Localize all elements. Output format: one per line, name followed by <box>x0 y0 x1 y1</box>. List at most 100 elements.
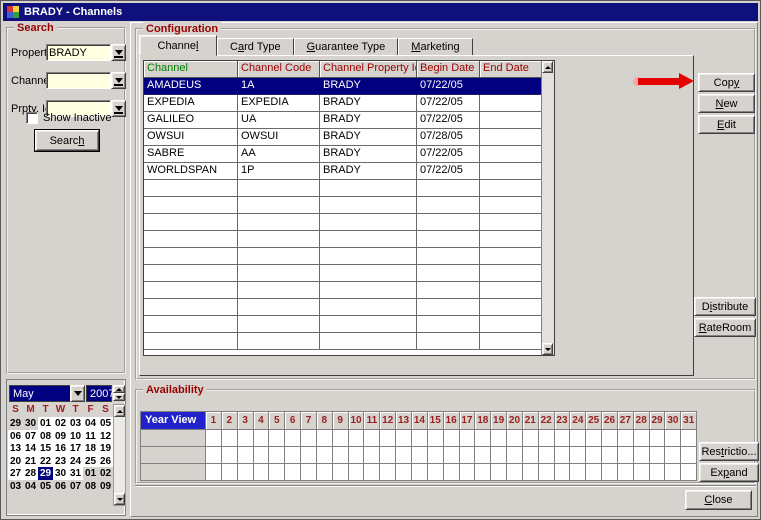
calendar-day[interactable]: 17 <box>68 442 83 455</box>
calendar-day[interactable]: 04 <box>83 417 98 430</box>
availability-cell[interactable] <box>650 464 666 481</box>
table-cell[interactable] <box>480 112 542 129</box>
table-cell[interactable] <box>417 316 480 333</box>
calendar-day[interactable]: 29 <box>8 417 23 430</box>
calendar-day[interactable]: 03 <box>8 480 23 493</box>
availability-cell[interactable] <box>269 464 285 481</box>
availability-cell[interactable] <box>523 430 539 447</box>
calendar-day[interactable]: 08 <box>38 430 53 443</box>
month-dropdown[interactable]: May <box>9 385 85 402</box>
table-row-empty[interactable] <box>144 248 542 265</box>
availability-cell[interactable] <box>428 447 444 464</box>
availability-cell[interactable] <box>301 447 317 464</box>
table-scroll-up-button[interactable] <box>542 61 553 73</box>
expand-button[interactable]: Expand <box>699 463 759 482</box>
table-cell[interactable] <box>480 163 542 180</box>
table-cell[interactable] <box>238 197 320 214</box>
table-cell[interactable] <box>480 214 542 231</box>
table-cell[interactable] <box>417 180 480 197</box>
table-cell[interactable] <box>320 197 417 214</box>
availability-cell[interactable] <box>634 447 650 464</box>
calendar-day[interactable]: 07 <box>68 480 83 493</box>
availability-cell[interactable] <box>206 464 222 481</box>
availability-cell[interactable] <box>412 464 428 481</box>
table-cell[interactable] <box>238 333 320 350</box>
table-cell[interactable]: BRADY <box>320 146 417 163</box>
calendar-day[interactable]: 23 <box>53 455 68 468</box>
tab-marketing[interactable]: Marketing <box>398 38 472 56</box>
table-cell[interactable] <box>480 78 542 95</box>
calendar-scroll-down-button[interactable] <box>114 493 125 505</box>
edit-button[interactable]: Edit <box>698 115 755 134</box>
copy-button[interactable]: Copy <box>698 73 755 92</box>
table-cell[interactable] <box>238 316 320 333</box>
availability-cell[interactable] <box>570 430 586 447</box>
table-row-empty[interactable] <box>144 214 542 231</box>
calendar-day[interactable]: 08 <box>83 480 98 493</box>
availability-cell[interactable] <box>396 464 412 481</box>
table-row-empty[interactable] <box>144 316 542 333</box>
table-cell[interactable] <box>417 265 480 282</box>
availability-cell[interactable] <box>491 430 507 447</box>
table-cell[interactable] <box>480 265 542 282</box>
calendar-day[interactable]: 18 <box>83 442 98 455</box>
availability-cell[interactable] <box>523 464 539 481</box>
table-row-empty[interactable] <box>144 282 542 299</box>
table-cell[interactable] <box>480 95 542 112</box>
table-cell[interactable] <box>417 197 480 214</box>
table-cell[interactable] <box>417 333 480 350</box>
availability-cell[interactable] <box>349 447 365 464</box>
table-cell[interactable]: 1A <box>238 78 320 95</box>
calendar-day[interactable]: 15 <box>38 442 53 455</box>
availability-cell[interactable] <box>475 430 491 447</box>
table-cell[interactable]: 07/28/05 <box>417 129 480 146</box>
table-cell[interactable] <box>320 214 417 231</box>
distribute-button[interactable]: Distribute <box>694 297 756 316</box>
calendar-day[interactable]: 25 <box>83 455 98 468</box>
availability-cell[interactable] <box>602 447 618 464</box>
tab-channel[interactable]: Channel <box>139 35 217 56</box>
availability-cell[interactable] <box>317 464 333 481</box>
calendar-day[interactable]: 05 <box>98 417 113 430</box>
availability-cell[interactable] <box>618 447 634 464</box>
table-cell[interactable]: SABRE <box>144 146 238 163</box>
table-cell[interactable]: 07/22/05 <box>417 95 480 112</box>
table-cell[interactable]: BRADY <box>320 95 417 112</box>
availability-cell[interactable] <box>269 447 285 464</box>
availability-cell[interactable] <box>444 447 460 464</box>
show-inactive-checkbox[interactable] <box>26 112 38 124</box>
table-cell[interactable]: BRADY <box>320 78 417 95</box>
table-cell[interactable] <box>238 248 320 265</box>
table-cell[interactable]: BRADY <box>320 112 417 129</box>
calendar-day[interactable]: 12 <box>98 430 113 443</box>
year-value[interactable]: 2007 <box>86 385 112 402</box>
availability-cell[interactable] <box>412 430 428 447</box>
table-cell[interactable]: OWSUI <box>144 129 238 146</box>
availability-cell[interactable] <box>380 447 396 464</box>
calendar-scroll-up-button[interactable] <box>114 405 125 417</box>
table-cell[interactable] <box>417 299 480 316</box>
table-cell[interactable] <box>480 316 542 333</box>
availability-cell[interactable] <box>364 464 380 481</box>
table-cell[interactable]: 07/22/05 <box>417 146 480 163</box>
availability-cell[interactable] <box>428 464 444 481</box>
table-cell[interactable] <box>320 265 417 282</box>
table-row-empty[interactable] <box>144 180 542 197</box>
availability-cell[interactable] <box>491 447 507 464</box>
availability-cell[interactable] <box>634 464 650 481</box>
availability-cell[interactable] <box>317 430 333 447</box>
table-cell[interactable]: 07/22/05 <box>417 112 480 129</box>
availability-cell[interactable] <box>301 430 317 447</box>
table-row[interactable]: EXPEDIAEXPEDIABRADY07/22/05 <box>144 95 542 112</box>
table-row-empty[interactable] <box>144 333 542 350</box>
availability-cell[interactable] <box>460 430 476 447</box>
availability-cell[interactable] <box>349 464 365 481</box>
table-row[interactable]: OWSUIOWSUIBRADY07/28/05 <box>144 129 542 146</box>
availability-cell[interactable] <box>396 430 412 447</box>
availability-cell[interactable] <box>570 464 586 481</box>
calendar-day[interactable]: 22 <box>38 455 53 468</box>
availability-cell[interactable] <box>349 430 365 447</box>
table-cell[interactable] <box>238 180 320 197</box>
month-dropdown-button[interactable] <box>70 385 85 402</box>
calendar-day[interactable]: 28 <box>23 467 38 480</box>
